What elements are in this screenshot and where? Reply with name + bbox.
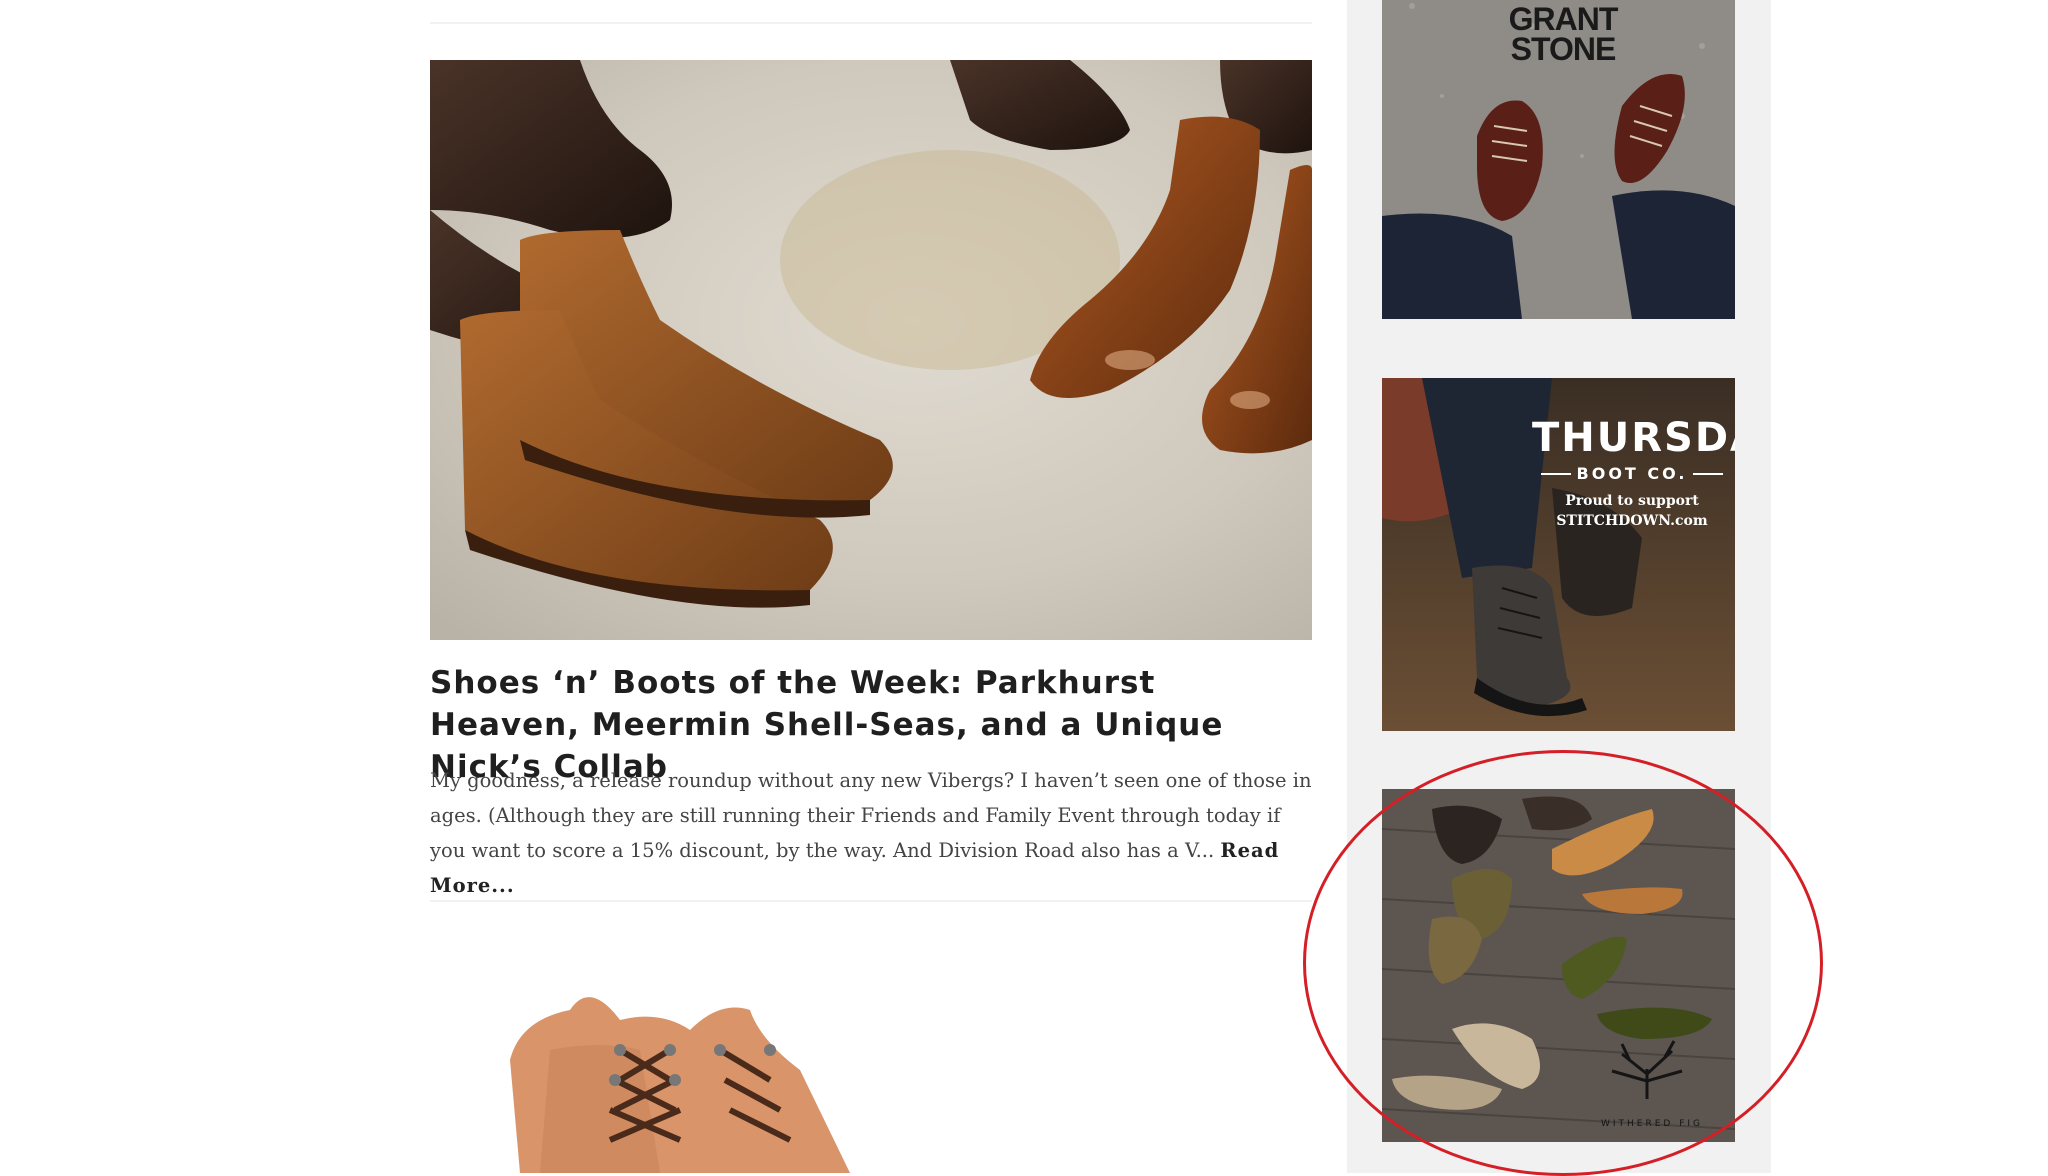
thursday-rule-left: [1540, 472, 1571, 475]
top-divider: [430, 22, 1312, 24]
next-post-image[interactable]: [430, 940, 1312, 1173]
thursday-rule-right: [1693, 472, 1724, 475]
ad-thursday-boot[interactable]: THURSDAY BOOT CO. Proud to support STITC…: [1382, 378, 1735, 731]
withered-fig-logo-text: WITHERED FIG: [1600, 1119, 1704, 1129]
grant-stone-logo: GRANT STONE: [1478, 1, 1648, 67]
post-divider: [430, 900, 1312, 902]
grant-stone-logo-line1: GRANT: [1508, 1, 1619, 37]
ad-withered-fig[interactable]: WITHERED FIG: [1382, 789, 1735, 1142]
post-featured-image[interactable]: [430, 60, 1312, 640]
thursday-tag2: STITCHDOWN.com: [1556, 513, 1708, 529]
thursday-sub: BOOT CO.: [1576, 464, 1688, 483]
post-excerpt-text: My goodness, a release roundup without a…: [430, 769, 1312, 862]
ad-grant-stone[interactable]: GRANT STONE: [1382, 0, 1735, 319]
post-excerpt: My goodness, a release roundup without a…: [430, 763, 1312, 903]
grant-stone-logo-line2: STONE: [1510, 31, 1617, 67]
thursday-tag1: Proud to support: [1565, 493, 1699, 509]
thursday-logo: THURSDAY BOOT CO. Proud to support STITC…: [1532, 415, 1735, 531]
thursday-brand: THURSDAY: [1532, 415, 1735, 461]
thursday-sub-row: BOOT CO.: [1532, 464, 1732, 483]
